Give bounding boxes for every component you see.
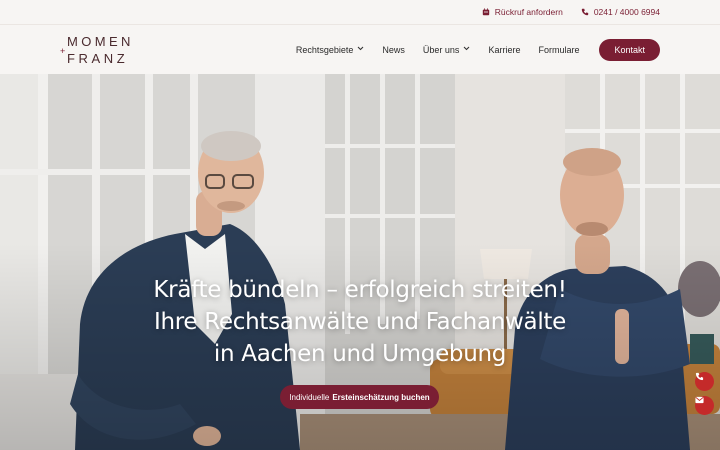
hero-headline: Kräfte bündeln – erfolgreich streiten! I… [0, 274, 720, 370]
mail-icon [695, 396, 704, 404]
phone-icon [581, 8, 589, 16]
cta-button[interactable]: Individuelle Ersteinschätzung buchen [280, 385, 439, 409]
logo[interactable]: + MOMEN FRANZ [60, 32, 140, 68]
phone-link[interactable]: 0241 / 4000 6994 [581, 7, 660, 17]
logo-line2: FRANZ [67, 50, 129, 66]
phone-icon [695, 372, 704, 381]
nav-item-rechtsgebiete[interactable]: Rechtsgebiete [296, 45, 365, 55]
nav-item-news[interactable]: News [382, 45, 405, 55]
top-bar: Rückruf anfordern 0241 / 4000 6994 [0, 0, 720, 25]
nav-label: Rechtsgebiete [295, 44, 354, 55]
contact-button[interactable]: Kontakt [599, 38, 660, 61]
headline-line2: Ihre Rechtsanwälte und Fachanwälte [154, 309, 566, 335]
logo-plus: + [60, 45, 66, 56]
main-nav: Rechtsgebiete News Über uns Karriere For… [296, 38, 660, 61]
headline-line1: Kräfte bündeln – erfolgreich streiten! [153, 277, 567, 303]
nav-label: Über uns [422, 44, 460, 55]
cta-prefix: Individuelle [289, 392, 330, 402]
nav-item-ueber-uns[interactable]: Über uns [423, 45, 471, 55]
cta-bold: Ersteinschätzung buchen [332, 392, 430, 402]
floating-mail-button[interactable] [695, 396, 714, 415]
callback-label: Rückruf anfordern [494, 7, 563, 17]
main-header: + MOMEN FRANZ Rechtsgebiete News Über un… [0, 25, 720, 74]
nav-label: Karriere [488, 44, 521, 55]
chevron-down-icon [357, 46, 364, 53]
hero-section: Kräfte bündeln – erfolgreich streiten! I… [0, 74, 720, 450]
logo-line1: MOMEN [67, 33, 134, 49]
nav-label: Formulare [538, 44, 580, 55]
floating-phone-button[interactable] [695, 372, 714, 391]
chevron-down-icon [463, 46, 470, 53]
nav-label: News [382, 44, 405, 55]
nav-item-formulare[interactable]: Formulare [538, 45, 579, 55]
callback-link[interactable]: Rückruf anfordern [482, 7, 563, 17]
calendar-icon [482, 8, 489, 16]
headline-line3: in Aachen und Umgebung [213, 341, 507, 367]
nav-item-karriere[interactable]: Karriere [488, 45, 520, 55]
phone-number: 0241 / 4000 6994 [593, 7, 660, 17]
